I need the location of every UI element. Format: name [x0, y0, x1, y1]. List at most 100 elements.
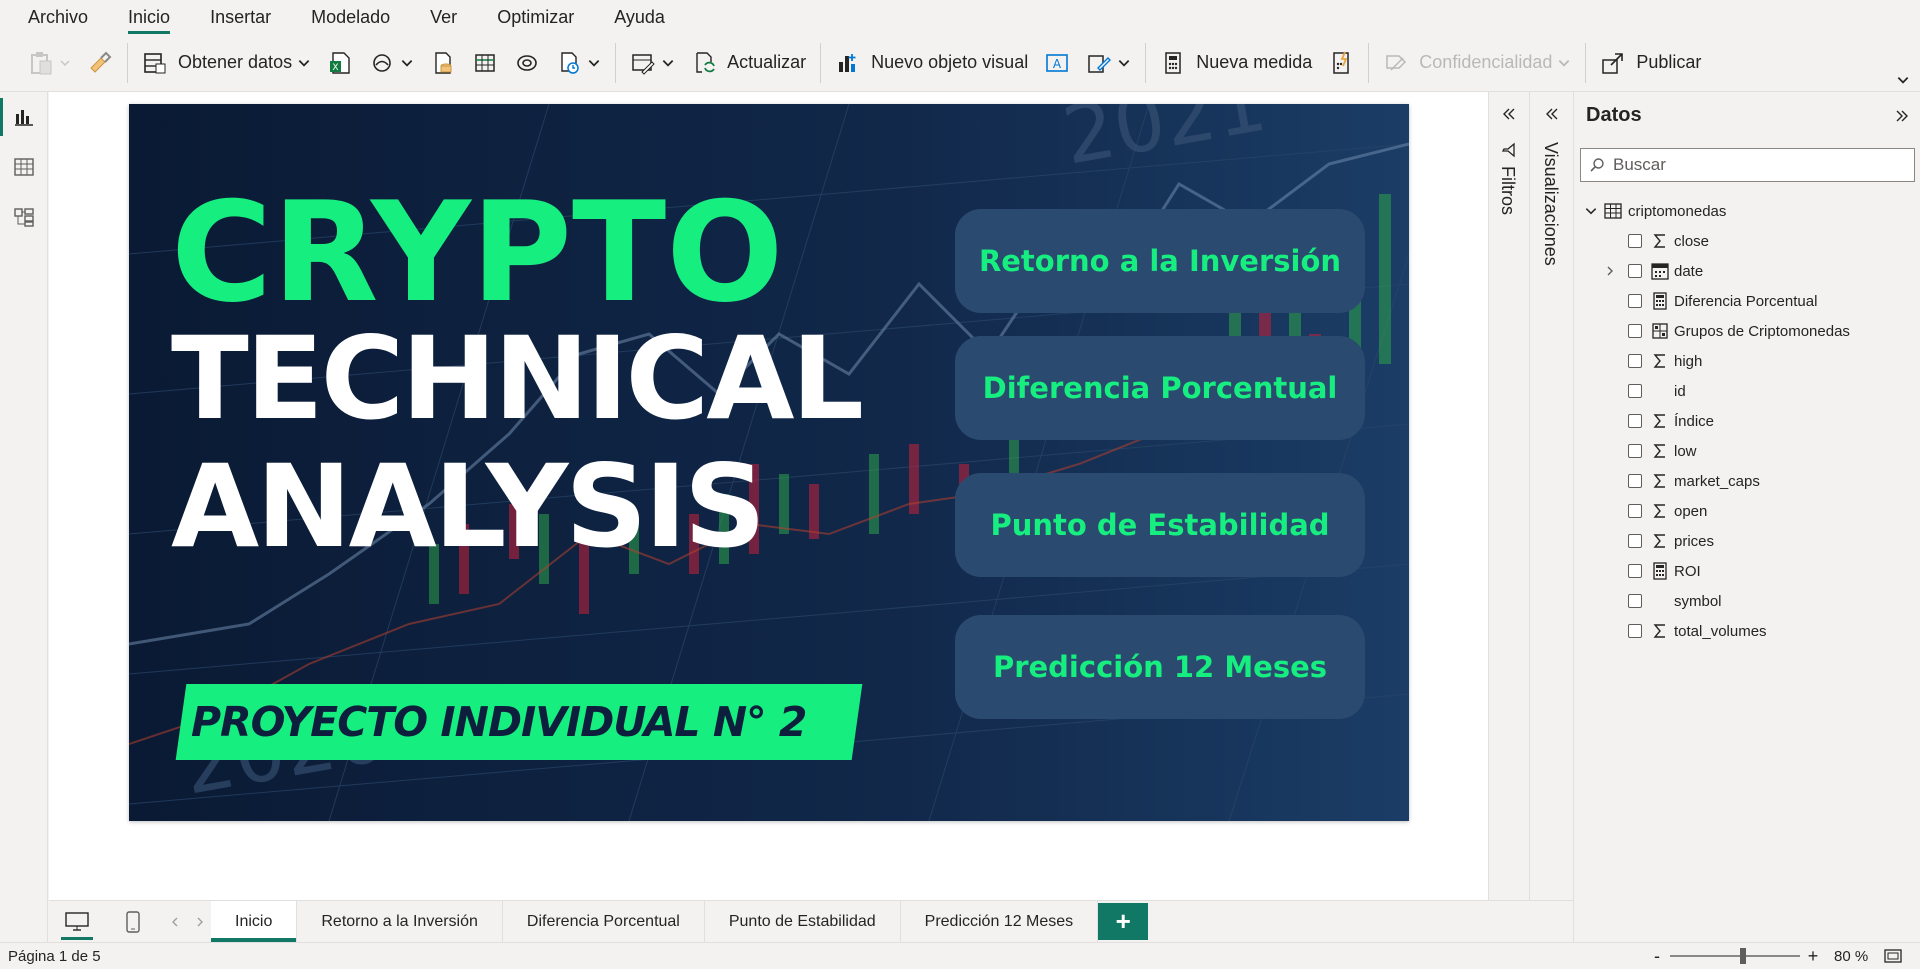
enter-data-button[interactable]: [464, 42, 506, 84]
field-checkbox[interactable]: [1628, 624, 1642, 638]
double-chevron-right-icon[interactable]: [1894, 108, 1910, 124]
actualizar-button[interactable]: Actualizar: [683, 42, 814, 84]
sensitivity-label-icon: [1386, 54, 1407, 71]
field-name: total_volumes: [1674, 622, 1767, 640]
sigma-icon: [1650, 411, 1670, 431]
nav-button-diferencia[interactable]: Diferencia Porcentual: [955, 336, 1365, 440]
field-row[interactable]: date: [1574, 256, 1920, 286]
collapse-ribbon-icon[interactable]: [1896, 73, 1910, 87]
dataverse-icon: [517, 54, 537, 71]
zoom-percent: 80 %: [1834, 947, 1869, 965]
confidencialidad-label: Confidencialidad: [1419, 52, 1553, 72]
chevron-right-icon[interactable]: [1600, 265, 1620, 277]
zoom-slider-thumb[interactable]: [1740, 948, 1746, 964]
transform-data-button[interactable]: [622, 42, 683, 84]
field-row[interactable]: close: [1574, 226, 1920, 256]
mobile-layout-button[interactable]: [105, 901, 161, 942]
dataverse-button[interactable]: [506, 42, 548, 84]
double-chevron-left-icon[interactable]: [1544, 106, 1560, 122]
sql-server-button[interactable]: [422, 42, 464, 84]
field-checkbox[interactable]: [1628, 234, 1642, 248]
page-tab-diferencia[interactable]: Diferencia Porcentual: [502, 901, 705, 942]
field-checkbox[interactable]: [1628, 354, 1642, 368]
table-icon: [1604, 203, 1622, 219]
data-search-input[interactable]: Buscar: [1580, 148, 1915, 182]
transform-data-icon: [632, 53, 655, 75]
field-name: date: [1674, 262, 1704, 280]
chevron-down-icon[interactable]: [1584, 204, 1598, 218]
menu-inicio[interactable]: Inicio: [128, 0, 171, 34]
menu-modelado[interactable]: Modelado: [311, 0, 390, 34]
group-icon: [1650, 321, 1670, 341]
publicar-button[interactable]: Publicar: [1592, 42, 1709, 84]
menu-insertar[interactable]: Insertar: [210, 0, 271, 34]
zoom-slider[interactable]: [1670, 948, 1800, 964]
page-tabs-bar: Inicio Retorno a la Inversión Diferencia…: [49, 900, 1573, 942]
zoom-in-button[interactable]: +: [1806, 946, 1820, 967]
more-visuals-button[interactable]: [1078, 42, 1139, 84]
page-tab-punto[interactable]: Punto de Estabilidad: [704, 901, 901, 942]
nav-button-prediccion[interactable]: Predicción 12 Meses: [955, 615, 1365, 719]
field-row[interactable]: low: [1574, 436, 1920, 466]
page-tab-retorno[interactable]: Retorno a la Inversión: [297, 901, 503, 942]
field-checkbox[interactable]: [1628, 564, 1642, 578]
field-checkbox[interactable]: [1628, 594, 1642, 608]
menu-archivo[interactable]: Archivo: [28, 0, 88, 34]
tab-scroll-right[interactable]: [189, 901, 211, 942]
field-row[interactable]: symbol: [1574, 586, 1920, 616]
menu-ver[interactable]: Ver: [430, 0, 457, 34]
field-checkbox[interactable]: [1628, 534, 1642, 548]
confidencialidad-button[interactable]: Confidencialidad: [1375, 42, 1579, 84]
filters-pane[interactable]: Filtros: [1488, 92, 1528, 900]
nav-button-punto[interactable]: Punto de Estabilidad: [955, 473, 1365, 577]
field-checkbox[interactable]: [1628, 384, 1642, 398]
field-checkbox[interactable]: [1628, 474, 1642, 488]
onelake-button[interactable]: [361, 42, 422, 84]
add-page-button[interactable]: +: [1098, 903, 1149, 940]
fit-to-page-icon[interactable]: [1884, 949, 1902, 963]
obtener-datos-button[interactable]: Obtener datos: [134, 42, 319, 84]
sigma-icon: [1650, 531, 1670, 551]
field-row[interactable]: prices: [1574, 526, 1920, 556]
text-box-button[interactable]: A: [1036, 42, 1078, 84]
field-row[interactable]: ROI: [1574, 556, 1920, 586]
recent-sources-button[interactable]: [548, 42, 609, 84]
model-view-button[interactable]: [0, 192, 48, 242]
table-view-button[interactable]: [0, 142, 48, 192]
zoom-out-button[interactable]: -: [1650, 946, 1664, 967]
field-row[interactable]: high: [1574, 346, 1920, 376]
tab-scroll-left[interactable]: [161, 901, 189, 942]
field-checkbox[interactable]: [1628, 444, 1642, 458]
field-row[interactable]: Grupos de Criptomonedas: [1574, 316, 1920, 346]
excel-button[interactable]: X: [319, 42, 361, 84]
field-name: prices: [1674, 532, 1715, 550]
nueva-medida-button[interactable]: Nueva medida: [1152, 42, 1320, 84]
field-checkbox[interactable]: [1628, 294, 1642, 308]
field-row[interactable]: id: [1574, 376, 1920, 406]
menu-ayuda[interactable]: Ayuda: [614, 0, 665, 34]
field-row[interactable]: market_caps: [1574, 466, 1920, 496]
nav-button-retorno[interactable]: Retorno a la Inversión: [955, 209, 1365, 313]
field-row[interactable]: open: [1574, 496, 1920, 526]
nuevo-objeto-visual-button[interactable]: Nuevo objeto visual: [827, 42, 1036, 84]
ribbon-separator: [615, 42, 617, 83]
field-checkbox[interactable]: [1628, 414, 1642, 428]
page-tab-inicio[interactable]: Inicio: [211, 901, 298, 942]
sigma-icon: [1650, 351, 1670, 371]
field-checkbox[interactable]: [1628, 504, 1642, 518]
report-view-button[interactable]: [0, 92, 48, 142]
menu-optimizar[interactable]: Optimizar: [497, 0, 574, 34]
desktop-layout-button[interactable]: [49, 901, 105, 942]
page-tab-prediccion[interactable]: Predicción 12 Meses: [900, 901, 1099, 942]
quick-measure-button[interactable]: [1320, 42, 1362, 84]
field-row[interactable]: total_volumes: [1574, 616, 1920, 646]
table-node[interactable]: criptomonedas: [1584, 196, 1726, 226]
field-row[interactable]: Diferencia Porcentual: [1574, 286, 1920, 316]
visualizations-pane[interactable]: Visualizaciones: [1529, 92, 1573, 900]
field-row[interactable]: Índice: [1574, 406, 1920, 436]
format-painter-button[interactable]: [79, 42, 121, 84]
double-chevron-left-icon[interactable]: [1501, 106, 1517, 122]
field-checkbox[interactable]: [1628, 324, 1642, 338]
field-checkbox[interactable]: [1628, 264, 1642, 278]
paste-button[interactable]: [20, 42, 79, 84]
